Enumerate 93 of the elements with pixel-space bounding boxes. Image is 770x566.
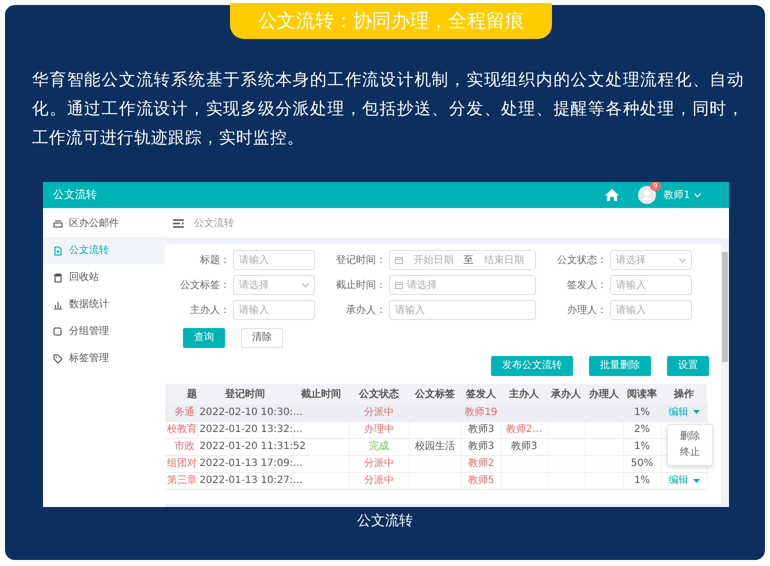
chevron-down-icon [679, 258, 686, 262]
table-cell: 办理中 [364, 424, 394, 435]
column-header: 签发人 [461, 384, 501, 404]
menu-item[interactable]: 删除 [668, 429, 712, 445]
search-button[interactable]: 查询 [183, 328, 225, 348]
table-cell: 2022-01-20 13:32:... [200, 424, 303, 435]
field-label: 承办人： [345, 304, 387, 318]
square-icon [53, 326, 63, 336]
table-cell: 市政 [174, 441, 194, 452]
column-header: 截止时间 [293, 384, 349, 404]
table-cell: 完成 [369, 441, 389, 452]
caret-down-icon [692, 478, 700, 482]
bar-chart-icon [53, 300, 63, 310]
select-field[interactable]: 请选择 [610, 250, 692, 270]
action-button[interactable]: 设置 [667, 356, 709, 376]
calendar-icon [395, 281, 403, 289]
table-cell: 教师19 [464, 406, 498, 418]
table-cell: 2022-02-10 10:30:... [200, 406, 303, 418]
description: 华育智能公文流转系统基于系统本身的工作流设计机制，实现组织内的公文处理流程化、自动化。通过工作流设计，实现多级分派处理，包括抄送、分发、处理、提醒等各种处理，同时，工作流可进行轨迹跟踪，实时监控。 [32, 69, 744, 149]
caret-down-icon [692, 410, 700, 414]
table-cell: 务通 [174, 406, 194, 418]
calendar-icon [395, 256, 403, 264]
column-header: 操作 [661, 384, 707, 404]
table-cell: 教师3 [510, 441, 538, 452]
date-range-field[interactable]: 开始日期 至 结束日期 [389, 250, 536, 270]
banner-title: 公文流转：协同办理，全程留痕 [230, 3, 552, 39]
table-cell: 2% [634, 424, 650, 435]
input-field[interactable]: 请输入 [610, 275, 692, 295]
home-icon[interactable] [604, 188, 620, 202]
field-label: 登记时间： [335, 254, 387, 268]
edit-link[interactable]: 编辑 [668, 473, 700, 488]
column-header: 登记时间 [197, 384, 293, 404]
field-label: 公文标签： [179, 278, 231, 292]
clear-button[interactable]: 清除 [241, 328, 283, 348]
field-label: 截止时间： [335, 278, 387, 292]
field-label: 签发人： [566, 278, 608, 292]
sidebar-item[interactable]: 回收站 [43, 264, 165, 291]
app-title: 公文流转 [53, 186, 97, 203]
column-header: 公文标签 [409, 384, 461, 404]
table-cell: 2022-01-13 17:09:... [200, 458, 303, 469]
edit-link[interactable]: 编辑 [668, 404, 700, 420]
table-cell: 教师2... [506, 424, 542, 435]
table-cell: 1% [634, 441, 650, 452]
table-cell: 1% [634, 406, 650, 418]
column-header: 阅读率 [623, 384, 661, 404]
input-field[interactable]: 请输入 [233, 300, 315, 320]
caption: 公文流转 [356, 512, 414, 531]
table-cell: 1% [634, 475, 650, 486]
chevron-down-icon [302, 282, 309, 288]
sidebar-item[interactable]: 公文流转 [43, 237, 165, 264]
field-label: 主办人： [189, 304, 231, 318]
menu-fold-icon [173, 218, 184, 228]
table-cell: 校教育 [167, 424, 197, 435]
table-cell: 分派中 [364, 406, 394, 418]
sidebar-item[interactable]: 标签管理 [43, 345, 165, 372]
table-cell: 校园生活 [415, 441, 455, 452]
table-cell: 教师3 [468, 424, 494, 435]
chevron-down-icon [694, 192, 701, 198]
table-cell: 分派中 [364, 475, 394, 486]
table-cell: 教师3 [468, 441, 494, 452]
table-cell: 2022-01-20 11:31:52 [200, 441, 306, 452]
field-label: 标题： [199, 254, 231, 268]
tray-icon [53, 218, 63, 228]
column-header: 承办人 [547, 384, 585, 404]
date-field[interactable]: 请选择 [389, 275, 536, 295]
table-cell: 50% [630, 458, 654, 469]
sidebar-item[interactable]: 区办公邮件 [43, 210, 165, 237]
tag-icon [53, 354, 63, 364]
breadcrumb[interactable]: 公文流转 [194, 216, 234, 230]
user-menu[interactable]: 教师1 [664, 188, 701, 202]
table-cell: 分派中 [364, 458, 394, 469]
input-field[interactable]: 请输入 [233, 250, 315, 270]
column-header: 题 [165, 384, 197, 404]
action-button[interactable]: 批量删除 [589, 356, 651, 376]
table-cell: 教师5 [468, 475, 494, 486]
table-cell: 2022-01-13 10:27:... [200, 475, 303, 486]
menu-item[interactable]: 终止 [668, 445, 712, 461]
column-header: 办理人 [585, 384, 623, 404]
select-field[interactable]: 请选择 [233, 275, 315, 295]
table-cell: 教师2 [468, 458, 494, 469]
column-header: 公文状态 [349, 384, 409, 404]
trash-icon [53, 272, 63, 282]
column-header: 主办人 [501, 384, 547, 404]
sidebar-item[interactable]: 分组管理 [43, 318, 165, 345]
sidebar-item[interactable]: 数据统计 [43, 291, 165, 318]
input-field[interactable]: 请输入 [389, 300, 536, 320]
field-label: 办理人： [566, 304, 608, 318]
action-button[interactable]: 发布公文流转 [491, 356, 573, 376]
document-icon [53, 246, 63, 256]
input-field[interactable]: 请输入 [610, 300, 692, 320]
field-label: 公文状态： [556, 254, 608, 268]
table-cell: 第三章 [167, 475, 197, 486]
table-cell: 组团对 [167, 458, 197, 469]
